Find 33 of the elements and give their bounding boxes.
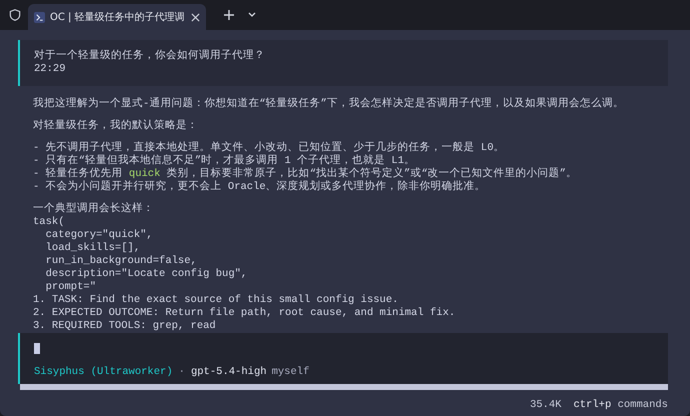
close-icon[interactable] xyxy=(191,12,200,22)
response-line: 我把这理解为一个显式-通用问题：你想知道在“轻量级任务”下，我会怎样决定是否调用子代理，以及如果调用会怎么调。 xyxy=(33,98,625,111)
chevron-down-icon[interactable] xyxy=(248,12,256,18)
response-line: 3. REQUIRED TOOLS: grep, read xyxy=(33,320,217,333)
response-line: prompt=" xyxy=(44,281,98,294)
prompt-input[interactable]: Sisyphus (Ultraworker) · gpt-5.4-high myself xyxy=(18,333,668,384)
response-line: 一个典型调用会长这样： xyxy=(33,203,155,216)
shield-icon xyxy=(8,8,22,22)
response-line: 1. TASK: Find the exact source of this small config issue. xyxy=(33,294,400,307)
message-time: 22:29 xyxy=(34,63,67,76)
tab-title: OC | 轻量级任务中的子代理调 xyxy=(50,10,186,24)
terminal-icon xyxy=(34,12,45,22)
response-line: 对轻量级任务，我的默认策略是： xyxy=(33,120,199,133)
token-count: 35.4K xyxy=(530,399,562,412)
response-line: description="Locate config bug", xyxy=(44,268,248,281)
browser-tab[interactable]: OC | 轻量级任务中的子代理调 xyxy=(28,4,206,30)
agent-name: Sisyphus (Ultraworker) xyxy=(34,366,173,379)
response-line: - 先不调用子代理，直接本地处理。单文件、小改动、已知位置、少于几步的任务，一般是 L0。 xyxy=(33,142,506,154)
response-line: run_in_background=false, xyxy=(44,255,198,268)
text-cursor xyxy=(34,343,40,354)
response-line: load_skills=[], xyxy=(44,242,142,255)
separator-dot: · xyxy=(178,366,185,379)
response-line: - 只有在“轻量但我本地信息不足”时，才最多调用 1 个子代理，也就是 L1。 xyxy=(33,155,416,167)
model-name: gpt-5.4-high xyxy=(190,366,267,379)
response-line: task( xyxy=(33,216,66,229)
response-line: - 不会为小问题开并行研究，更不会上 Oracle、深度规划或多代理协作，除非你明确批准。 xyxy=(33,181,487,194)
commands-hint: ctrl+p commands xyxy=(573,399,668,412)
response-line: category="quick", xyxy=(44,229,154,242)
response-line: - 轻量任务优先用 quick 类别，目标要非常原子，比如“找出某个符号定义”或“改一个已知文件里的小问题”。 xyxy=(33,168,578,180)
plus-icon[interactable] xyxy=(224,10,234,20)
message-text: 对于一个轻量级的任务，你会如何调用子代理？ xyxy=(34,50,266,63)
response-line: 2. EXPECTED OUTCOME: Return file path, root cause, and minimal fix. xyxy=(33,307,456,320)
variant-name: myself xyxy=(272,366,310,379)
